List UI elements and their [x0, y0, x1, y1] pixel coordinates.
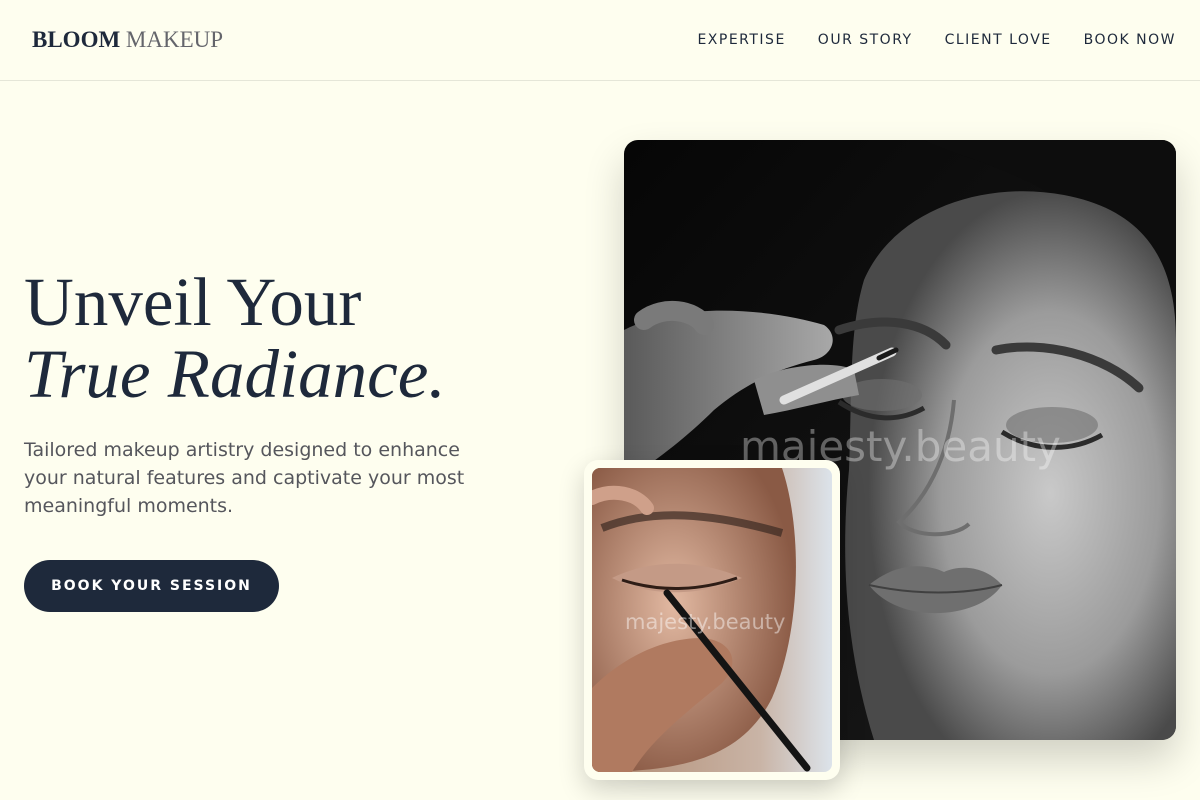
headline-line-2: True Radiance. — [24, 336, 446, 412]
eyeliner-closeup-image — [592, 468, 832, 772]
brand-logo[interactable]: BLOOM MAKEUP — [32, 27, 223, 53]
main-nav: EXPERTISE OUR STORY CLIENT LOVE BOOK NOW — [697, 32, 1176, 48]
nav-link-client-love[interactable]: CLIENT LOVE — [945, 32, 1052, 48]
hero-subtitle: Tailored makeup artistry designed to enh… — [24, 439, 465, 517]
logo-strong-text: BLOOM — [32, 27, 121, 52]
nav-link-expertise[interactable]: EXPERTISE — [697, 32, 785, 48]
logo-light-text: MAKEUP — [125, 27, 224, 52]
site-header: BLOOM MAKEUP EXPERTISE OUR STORY CLIENT … — [0, 0, 1200, 81]
headline-line-1: Unveil Your — [24, 264, 362, 340]
book-session-button[interactable]: BOOK YOUR SESSION — [24, 560, 279, 612]
hero-headline: Unveil Your True Radiance. — [24, 266, 446, 410]
inset-photo-frame — [584, 460, 840, 780]
nav-link-our-story[interactable]: OUR STORY — [818, 32, 913, 48]
eyeliner-illustration — [592, 468, 832, 772]
nav-link-book-now[interactable]: BOOK NOW — [1084, 32, 1176, 48]
